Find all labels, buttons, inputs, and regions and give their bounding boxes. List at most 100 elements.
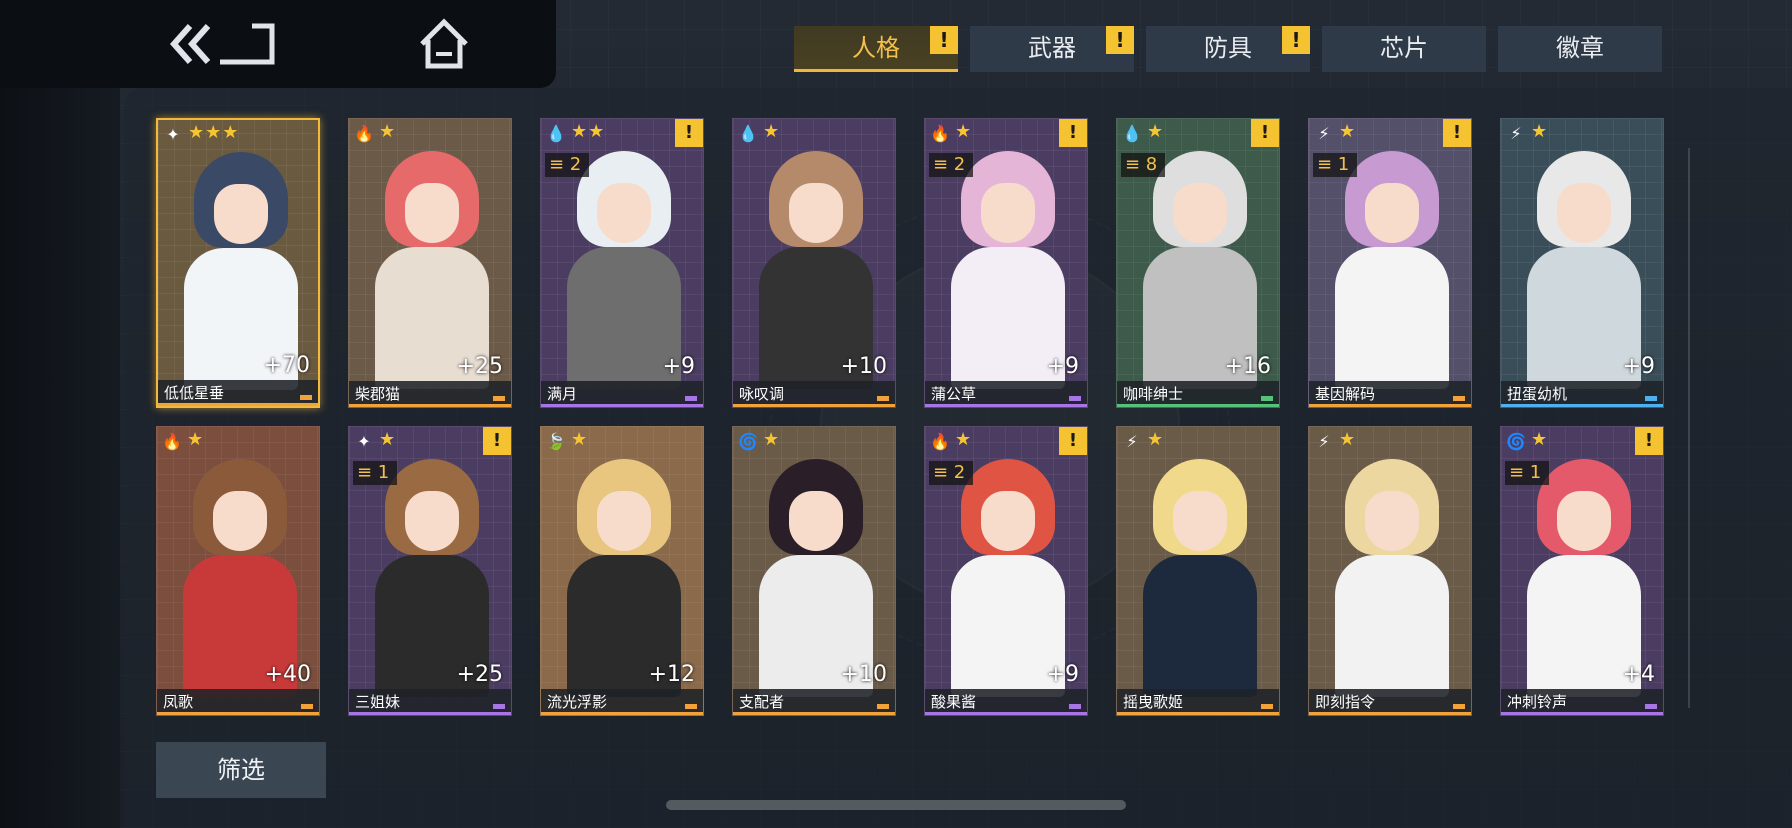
rank-badge: ≡ 2 [929,461,974,485]
persona-card[interactable]: 💧 ★ +10 咏叹调 [732,118,896,408]
rarity-stars: ★ [1339,121,1357,142]
persona-card[interactable]: 🔥 ★ +40 凤歌 [156,426,320,716]
character-portrait [1523,147,1645,389]
persona-card[interactable]: ✦ ★! ≡ 1 +25 三姐妹 [348,426,512,716]
persona-card[interactable]: 🌀 ★ +10 支配者 [732,426,896,716]
quality-tag [877,704,889,709]
quality-underline [1501,712,1663,715]
element-icon: 💧 [546,124,566,143]
character-portrait [563,147,685,389]
persona-card[interactable]: 💧 ★★! ≡ 2 +9 满月 [540,118,704,408]
character-portrait [371,455,493,697]
rarity-stars: ★ [1531,121,1549,142]
portrait-face [1557,183,1611,243]
persona-card[interactable]: 🔥 ★! ≡ 2 +9 蒲公草 [924,118,1088,408]
tab-chip[interactable]: 芯片 [1322,26,1486,72]
element-icon: 🔥 [354,124,374,143]
persona-card[interactable]: ⚡ ★ 摇曳歌姬 [1116,426,1280,716]
element-icon: ✦ [166,125,180,144]
quality-tag [301,704,313,709]
tab-label: 人格 [852,34,900,62]
quality-tag [493,396,505,401]
quality-underline [349,404,511,407]
portrait-face [405,491,459,551]
portrait-face [981,183,1035,243]
portrait-face [214,184,268,244]
level-label: +10 [840,354,887,379]
portrait-face [789,183,843,243]
back-button[interactable] [168,22,278,66]
element-icon: 🔥 [930,124,950,143]
quality-underline [1309,404,1471,407]
element-icon: 💧 [738,124,758,143]
tab-badge[interactable]: 徽章 [1498,26,1662,72]
tab-persona[interactable]: 人格 ! [794,26,958,72]
level-label: +70 [263,353,310,378]
element-icon: 🌀 [738,432,758,451]
alert-badge: ! [1282,26,1310,54]
alert-badge: ! [930,26,958,54]
portrait-outfit [1143,555,1257,697]
horizontal-scrollbar[interactable] [666,800,1126,810]
character-portrait [1139,455,1261,697]
portrait-face [405,183,459,243]
alert-badge: ! [1059,427,1087,455]
tab-label: 芯片 [1380,34,1428,62]
character-portrait [947,147,1069,389]
level-label: +10 [840,662,887,687]
rank-badge: ≡ 2 [929,153,974,177]
filter-button[interactable]: 筛选 [156,742,326,798]
tab-armor[interactable]: 防具 ! [1146,26,1310,72]
alert-badge: ! [1106,26,1134,54]
home-button[interactable] [418,18,470,70]
quality-tag [1261,704,1273,709]
quality-tag [1453,396,1465,401]
persona-card[interactable]: ⚡ ★ +9 扭蛋幼机 [1500,118,1664,408]
persona-card[interactable]: ⚡ ★ 即刻指令 [1308,426,1472,716]
alert-badge: ! [1251,119,1279,147]
quality-underline [733,712,895,715]
alert-badge: ! [1443,119,1471,147]
persona-card[interactable]: ✦ ★★★ +70 低低星垂 [156,118,320,408]
element-icon: 💧 [1122,124,1142,143]
persona-card[interactable]: ⚡ ★! ≡ 1 基因解码 [1308,118,1472,408]
grid-edge-divider [1688,148,1690,708]
quality-tag [1069,396,1081,401]
level-label: +25 [456,354,503,379]
quality-underline [925,404,1087,407]
character-portrait [1331,455,1453,697]
quality-tag [493,704,505,709]
element-icon: 🍃 [546,432,566,451]
element-icon: ✦ [357,432,371,451]
persona-card[interactable]: 🌀 ★! ≡ 1 +4 冲刺铃声 [1500,426,1664,716]
rarity-stars: ★ [379,429,397,450]
portrait-face [1365,183,1419,243]
tab-weapon[interactable]: 武器 ! [970,26,1134,72]
quality-underline [349,712,511,715]
quality-underline [1117,404,1279,407]
character-portrait [1139,147,1261,389]
top-nav-bar [0,0,556,88]
double-chevron-left-icon [169,23,275,65]
character-portrait [1331,147,1453,389]
element-icon: 🔥 [162,432,182,451]
alert-badge: ! [1059,119,1087,147]
rarity-stars: ★ [1147,121,1165,142]
rarity-stars: ★ [1531,429,1549,450]
persona-card[interactable]: 🍃 ★ +12 流光浮影 [540,426,704,716]
element-icon: ⚡ [1126,432,1138,451]
portrait-face [981,491,1035,551]
portrait-face [789,491,843,551]
quality-tag [1069,704,1081,709]
portrait-face [1365,491,1419,551]
level-label: +9 [1046,354,1079,379]
persona-card[interactable]: 🔥 ★ +25 柴郡猫 [348,118,512,408]
persona-card[interactable]: 🔥 ★! ≡ 2 +9 酸果酱 [924,426,1088,716]
element-icon: ⚡ [1318,124,1330,143]
character-portrait [371,147,493,389]
home-icon [420,18,468,69]
persona-card[interactable]: 💧 ★! ≡ 8 +16 咖啡绅士 [1116,118,1280,408]
element-icon: 🌀 [1506,432,1526,451]
tab-label: 武器 [1028,34,1076,62]
rarity-stars: ★ [955,121,973,142]
